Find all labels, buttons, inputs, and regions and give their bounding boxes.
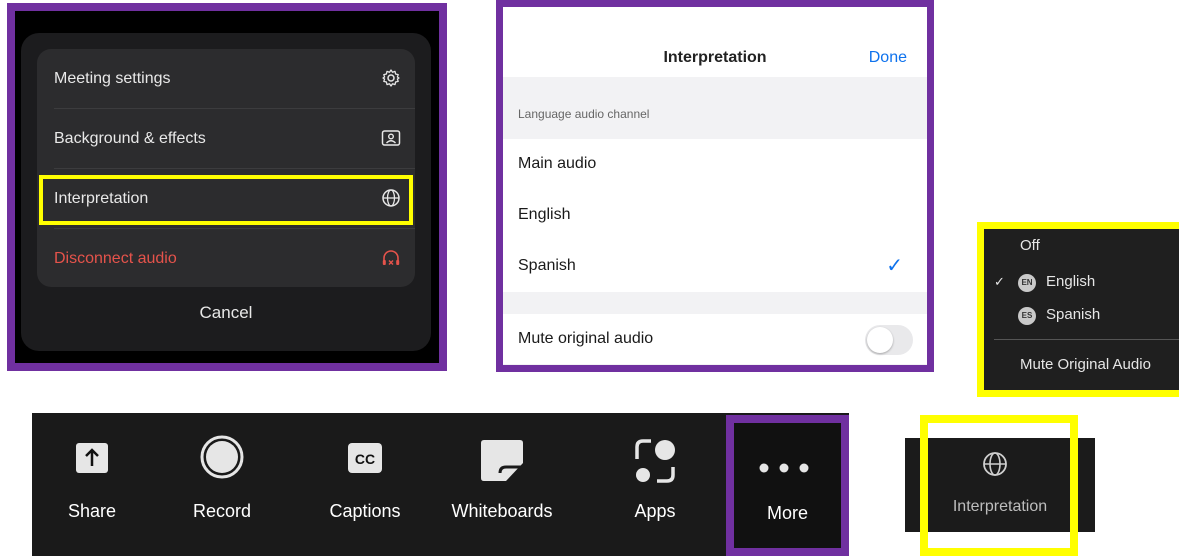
captions-button[interactable]: CC Captions [315,413,415,556]
section-header: Language audio channel [503,77,927,139]
meeting-settings-item[interactable]: Meeting settings [37,49,415,108]
disconnect-audio-item[interactable]: Disconnect audio [37,229,415,288]
done-button[interactable]: Done [869,49,907,67]
cc-icon: CC [348,443,382,473]
toggle-knob [867,327,893,353]
portrait-frame-icon [381,130,401,146]
apps-icon [635,439,675,483]
captions-label: Captions [329,501,401,521]
mute-original-audio-row: Mute original audio [503,314,927,364]
disconnect-headphones-icon [382,250,400,265]
more-label: More [766,503,808,523]
mute-original-audio-option[interactable]: Mute Original Audio [1020,356,1151,373]
background-effects-label: Background & effects [54,130,206,147]
spanish-option[interactable]: Spanish [1046,306,1100,323]
whiteboard-icon [481,440,523,481]
whiteboards-label: Whiteboards [451,501,553,521]
svg-text:CC: CC [355,451,375,467]
desktop-language-dropdown: Off ✓ EN English ES Spanish Mute Origina… [977,222,1179,397]
interpretation-highlight-box [39,175,413,225]
record-button[interactable]: Record [172,413,272,556]
share-arrow-icon [76,443,108,473]
mute-original-audio-label: Mute original audio [518,330,654,347]
share-button[interactable]: Share [42,413,142,556]
background-effects-item[interactable]: Background & effects [37,109,415,168]
more-dots-icon [759,463,809,473]
disconnect-audio-label: Disconnect audio [54,250,177,267]
record-label: Record [192,501,252,521]
gear-icon [382,69,400,87]
nav-header: Interpretation Done [503,7,927,77]
en-badge-icon: EN [1018,274,1036,292]
meeting-toolbar: Share Record CC Captions Whiteboards App… [32,413,849,556]
section-gap [503,292,927,314]
share-label: Share [67,501,117,521]
spanish-option[interactable]: Spanish ✓ [503,241,927,291]
interpretation-button-highlight-box [920,415,1078,556]
action-sheet-menu: Meeting settings Background & effects In… [37,49,415,287]
section-header-label: Language audio channel [518,107,650,121]
english-option[interactable]: English [503,190,927,240]
option-label: Main audio [518,155,597,172]
page-title: Interpretation [663,49,767,66]
bottom-fill [503,364,927,365]
menu-divider [994,339,1179,340]
record-circle-icon [200,435,244,479]
cancel-button[interactable]: Cancel [21,303,431,323]
es-badge-icon: ES [1018,307,1036,325]
interpretation-settings-panel: Interpretation Done Language audio chann… [496,0,934,372]
more-button[interactable]: More [726,415,849,556]
checkmark-icon: ✓ [886,255,903,277]
main-audio-option[interactable]: Main audio [503,139,927,189]
mute-original-audio-toggle[interactable] [865,325,913,355]
english-option[interactable]: English [1046,273,1095,290]
whiteboards-button[interactable]: Whiteboards [437,413,567,556]
off-option[interactable]: Off [1020,237,1040,254]
option-label: Spanish [518,257,576,274]
option-label: English [518,206,571,223]
apps-label: Apps [634,501,676,521]
meeting-settings-label: Meeting settings [54,70,171,87]
action-sheet: Meeting settings Background & effects In… [21,33,431,351]
apps-button[interactable]: Apps [605,413,705,556]
mobile-action-sheet-panel: Meeting settings Background & effects In… [7,3,447,371]
checkmark-icon: ✓ [994,274,1005,289]
